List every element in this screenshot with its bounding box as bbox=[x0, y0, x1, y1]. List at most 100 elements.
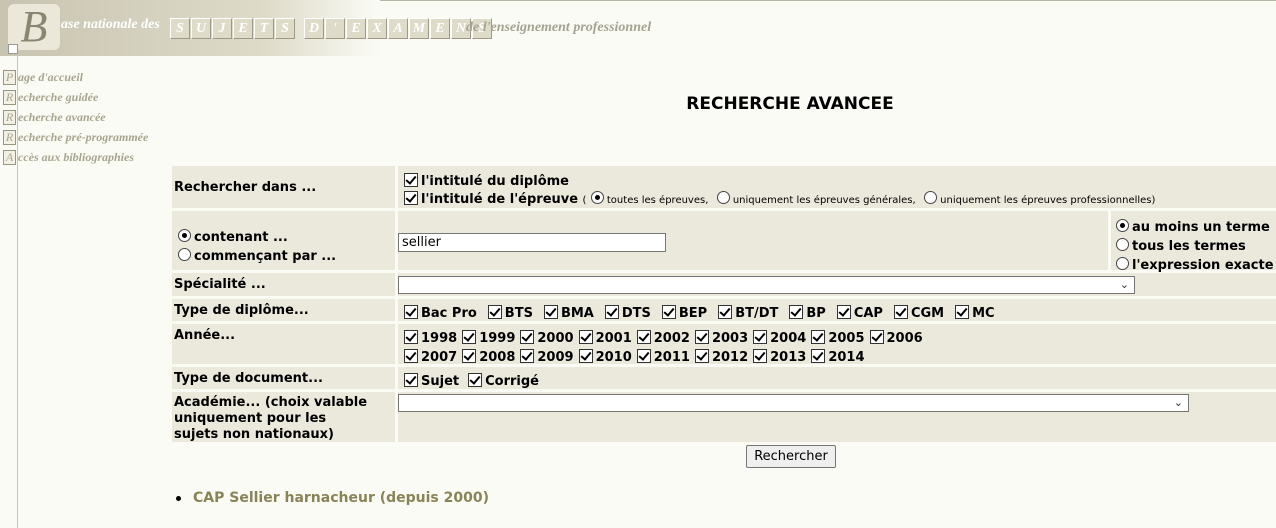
checkbox-option[interactable]: 2001 bbox=[578, 329, 632, 347]
checkbox-option[interactable]: 2000 bbox=[520, 329, 574, 347]
checkbox[interactable] bbox=[718, 305, 733, 319]
radio-starts[interactable] bbox=[178, 248, 191, 261]
checkbox[interactable] bbox=[462, 349, 477, 363]
checkbox-option[interactable]: 2005 bbox=[811, 329, 865, 347]
checkbox-option[interactable]: 2004 bbox=[753, 329, 806, 347]
list-bullet bbox=[176, 495, 181, 501]
checkbox-option[interactable]: BP bbox=[789, 304, 826, 322]
checkbox[interactable] bbox=[753, 349, 768, 363]
checkbox-option[interactable]: BEP bbox=[661, 304, 707, 322]
checkbox[interactable] bbox=[604, 305, 619, 319]
nav-item[interactable]: Recherche avancée bbox=[3, 107, 148, 127]
search-button[interactable]: Rechercher bbox=[746, 445, 836, 468]
checkbox-option[interactable]: 2008 bbox=[462, 348, 515, 366]
radio-all-epreuves[interactable] bbox=[590, 191, 604, 204]
diplome-option[interactable]: l'intitulé du diplôme bbox=[404, 172, 569, 190]
nav-item[interactable]: Recherche pré-programmée bbox=[3, 127, 148, 147]
nav-label: echerche pré-programmée bbox=[18, 129, 149, 144]
checkbox[interactable] bbox=[753, 330, 768, 344]
academie-select[interactable]: ⌄ bbox=[398, 394, 1189, 412]
checkbox[interactable] bbox=[811, 330, 826, 344]
diplome-type-label: Type de diplôme... bbox=[174, 303, 309, 318]
checkbox[interactable] bbox=[404, 373, 418, 387]
checkbox[interactable] bbox=[404, 330, 418, 344]
checkbox-option[interactable]: 2006 bbox=[869, 329, 923, 347]
checkbox-option[interactable]: 1998 bbox=[404, 329, 457, 347]
checkbox-label: Sujet bbox=[421, 374, 460, 389]
exact-option[interactable]: l'expression exacte bbox=[1116, 256, 1274, 274]
nav-item[interactable]: Accès aux bibliographies bbox=[3, 147, 148, 167]
checkbox-option[interactable]: Bac Pro bbox=[404, 304, 477, 322]
checkbox[interactable] bbox=[869, 330, 884, 344]
checkbox-option[interactable]: 2014 bbox=[811, 348, 865, 366]
checkbox-option[interactable]: BT/DT bbox=[718, 304, 778, 322]
checkbox-label: 2011 bbox=[653, 350, 690, 365]
academie-label-line3: sujets non nationaux) bbox=[174, 427, 334, 442]
word2-letter: ' bbox=[325, 18, 345, 39]
checkbox[interactable] bbox=[789, 305, 804, 319]
checkbox[interactable] bbox=[893, 305, 908, 319]
checkbox-option[interactable]: 2007 bbox=[404, 348, 457, 366]
radio-contains[interactable] bbox=[178, 229, 191, 242]
nav-item[interactable]: Page d'accueil bbox=[3, 67, 148, 87]
checkbox-option[interactable]: MC bbox=[955, 304, 995, 322]
checkbox-label: 1999 bbox=[479, 331, 516, 346]
checkbox-option[interactable]: 2003 bbox=[694, 329, 748, 347]
radio-pro-epreuves[interactable] bbox=[924, 191, 938, 204]
checkbox-option[interactable]: BMA bbox=[543, 304, 594, 322]
checkbox-option[interactable]: 2009 bbox=[520, 348, 574, 366]
contains-option[interactable]: contenant ... bbox=[178, 228, 288, 246]
checkbox-option[interactable]: CGM bbox=[893, 304, 945, 322]
checkbox[interactable] bbox=[636, 349, 651, 363]
checkbox[interactable] bbox=[578, 349, 593, 363]
checkbox[interactable] bbox=[468, 373, 483, 387]
radio-at-least-one[interactable] bbox=[1116, 219, 1129, 232]
checkbox-option[interactable]: 2012 bbox=[694, 348, 748, 366]
all-epreuves-label: toutes les épreuves, bbox=[606, 195, 709, 206]
nav-item[interactable]: Recherche guidée bbox=[3, 87, 148, 107]
checkbox-option[interactable]: 2013 bbox=[753, 348, 806, 366]
result-link[interactable]: CAP Sellier harnacheur (depuis 2000) bbox=[193, 490, 489, 506]
starts-option[interactable]: commençant par ... bbox=[178, 247, 336, 265]
radio-all-terms[interactable] bbox=[1116, 238, 1129, 251]
checkbox[interactable] bbox=[578, 330, 593, 344]
chevron-down-icon: ⌄ bbox=[1119, 279, 1129, 291]
radio-exact[interactable] bbox=[1116, 257, 1129, 270]
checkbox[interactable] bbox=[955, 305, 970, 319]
checkbox-label: CGM bbox=[910, 306, 945, 321]
epreuve-option: l'intitulé de l'épreuve ( toutes les épr… bbox=[404, 190, 1155, 208]
checkbox[interactable] bbox=[694, 349, 709, 363]
checkbox-option[interactable]: 2010 bbox=[578, 348, 632, 366]
checkbox-option[interactable]: 2002 bbox=[636, 329, 690, 347]
checkbox[interactable] bbox=[661, 305, 676, 319]
epreuve-checkbox[interactable] bbox=[404, 191, 418, 205]
checkbox[interactable] bbox=[636, 330, 651, 344]
at-least-one-option[interactable]: au moins un terme bbox=[1116, 218, 1270, 236]
annee-cell: 1998 1999 2000 2001 2002 2003 2004 2005 2006 200… bbox=[395, 324, 1276, 366]
checkbox[interactable] bbox=[811, 349, 826, 363]
radio-general-epreuves[interactable] bbox=[716, 191, 730, 204]
checkbox[interactable] bbox=[404, 305, 418, 319]
checkbox-option[interactable]: Sujet bbox=[404, 372, 459, 390]
checkbox-option[interactable]: DTS bbox=[604, 304, 651, 322]
checkbox-option[interactable]: 2011 bbox=[636, 348, 690, 366]
diplome-checkbox[interactable] bbox=[404, 173, 418, 187]
all-terms-option[interactable]: tous les termes bbox=[1116, 237, 1246, 255]
checkbox[interactable] bbox=[487, 305, 502, 319]
terms-cell: au moins un terme tous les termes l'expr… bbox=[1108, 211, 1276, 273]
checkbox[interactable] bbox=[404, 349, 418, 363]
banner-text-subtitle: de l'enseignement professionnel bbox=[466, 20, 652, 35]
specialite-select[interactable]: ⌄ bbox=[398, 276, 1135, 294]
checkbox[interactable] bbox=[836, 305, 851, 319]
diplome-type-list: Bac Pro BTS BMA DTS BEP BT/DT BP CAP CGM MC bbox=[404, 304, 1006, 322]
checkbox[interactable] bbox=[520, 349, 535, 363]
checkbox[interactable] bbox=[694, 330, 709, 344]
keyword-input[interactable] bbox=[398, 233, 666, 252]
checkbox-option[interactable]: BTS bbox=[487, 304, 533, 322]
checkbox[interactable] bbox=[520, 330, 535, 344]
checkbox[interactable] bbox=[543, 305, 558, 319]
checkbox[interactable] bbox=[462, 330, 477, 344]
checkbox-option[interactable]: Corrigé bbox=[468, 372, 539, 390]
checkbox-option[interactable]: 1999 bbox=[462, 329, 515, 347]
checkbox-option[interactable]: CAP bbox=[836, 304, 883, 322]
